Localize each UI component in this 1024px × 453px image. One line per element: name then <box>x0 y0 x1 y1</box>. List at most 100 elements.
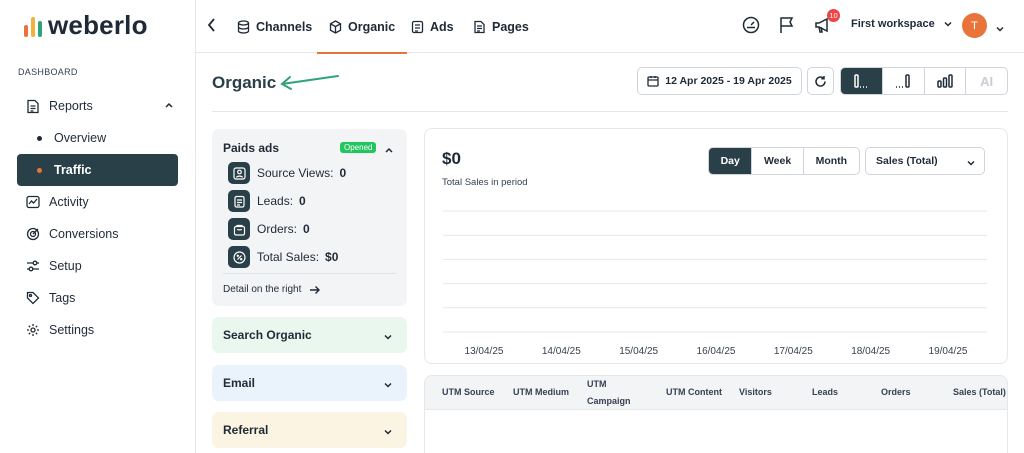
view-mode-bars[interactable] <box>925 68 967 94</box>
sidebar-subitem-overview[interactable]: Overview <box>17 122 178 154</box>
bullet-icon <box>37 167 42 173</box>
sidebar-nav: Reports Overview Traffic Activity Conver… <box>17 90 178 346</box>
sales-chart-card: $0 Total Sales in period Day Week Month … <box>424 128 1008 364</box>
tab-organic[interactable]: Organic <box>316 0 408 54</box>
x-tick-label: 13/04/25 <box>465 346 504 357</box>
arrow-right-icon <box>310 285 321 294</box>
x-tick-label: 19/04/25 <box>929 346 968 357</box>
detail-link[interactable]: Detail on the right <box>223 284 321 295</box>
chevron-down-icon <box>383 379 393 393</box>
view-mode-single-bar[interactable] <box>841 68 883 94</box>
sidebar-item-label: Activity <box>49 195 89 209</box>
page-title: Organic <box>212 73 277 92</box>
refresh-icon <box>815 75 826 87</box>
chevron-up-icon[interactable] <box>164 99 174 113</box>
sidebar-item-reports[interactable]: Reports <box>17 90 178 122</box>
referral-accordion[interactable]: Referral <box>212 412 407 448</box>
megaphone-icon[interactable]: 10 <box>813 9 840 35</box>
arrow-left-icon <box>278 72 342 99</box>
sidebar-item-settings[interactable]: Settings <box>17 314 178 346</box>
tab-pages[interactable]: Pages <box>473 0 529 53</box>
clipboard-icon <box>228 190 250 212</box>
column-header[interactable]: UTM Source <box>442 376 495 410</box>
table-header: UTM Source UTM Medium UTM Campaign UTM C… <box>425 376 1007 410</box>
bullet-icon <box>37 135 42 141</box>
paid-ads-card: Paids ads Opened Source Views: 0 Leads: … <box>212 129 407 306</box>
sidebar-item-tags[interactable]: Tags <box>17 282 178 314</box>
sidebar-item-label: Reports <box>49 99 93 113</box>
detail-link-label: Detail on the right <box>223 284 302 295</box>
chevron-down-icon <box>383 331 393 345</box>
tab-label: Ads <box>430 19 454 34</box>
tag-icon <box>25 290 41 306</box>
tab-channels[interactable]: Channels <box>237 0 312 53</box>
accordion-label: Referral <box>223 423 269 437</box>
status-badge: Opened <box>340 142 377 153</box>
date-range-label: 12 Apr 2025 - 19 Apr 2025 <box>665 75 792 87</box>
sliders-icon <box>25 258 41 274</box>
avatar[interactable]: T <box>962 13 987 38</box>
pages-icon <box>474 20 485 33</box>
column-header[interactable]: Sales (Total) <box>953 376 1006 410</box>
view-mode-trailing-bar[interactable] <box>883 68 925 94</box>
sidebar-item-label: Setup <box>49 259 82 273</box>
x-tick-label: 14/04/25 <box>542 346 581 357</box>
card-divider <box>223 273 396 274</box>
x-tick-label: 15/04/25 <box>619 346 658 357</box>
view-mode-ai[interactable]: AI <box>966 68 1007 94</box>
workspace-selector[interactable]: First workspace <box>851 18 953 30</box>
sidebar-subitem-traffic[interactable]: Traffic <box>17 154 178 186</box>
metric-source-views: Source Views: 0 <box>228 162 346 184</box>
trailing-bar-icon <box>896 74 910 88</box>
x-tick-label: 17/04/25 <box>774 346 813 357</box>
column-header[interactable]: UTM Medium <box>513 376 569 410</box>
cube-icon <box>329 19 342 34</box>
paid-ads-title: Paids ads <box>223 141 280 155</box>
column-header[interactable]: UTM Content <box>666 376 722 410</box>
chevron-down-icon <box>383 426 393 440</box>
refresh-button[interactable] <box>807 67 834 95</box>
bag-icon <box>228 218 250 240</box>
percent-icon <box>228 246 250 268</box>
metric-leads: Leads: 0 <box>228 190 306 212</box>
accordion-label: Search Organic <box>223 328 312 342</box>
tab-label: Channels <box>256 19 313 34</box>
sidebar-item-label: Conversions <box>49 227 119 241</box>
sidebar-item-conversions[interactable]: Conversions <box>17 218 178 250</box>
tab-label: Organic <box>348 19 396 34</box>
sidebar-item-activity[interactable]: Activity <box>17 186 178 218</box>
view-mode-switcher: AI <box>840 67 1008 95</box>
column-header[interactable]: Orders <box>881 376 911 410</box>
x-tick-label: 18/04/25 <box>851 346 890 357</box>
column-header[interactable]: UTM Campaign <box>587 376 637 410</box>
sidebar: weberlo DASHBOARD Reports Overview Traff… <box>0 0 196 453</box>
gear-icon <box>25 322 41 338</box>
utm-table: UTM Source UTM Medium UTM Campaign UTM C… <box>424 375 1008 453</box>
column-header[interactable]: Leads <box>812 376 838 410</box>
date-range-picker[interactable]: 12 Apr 2025 - 19 Apr 2025 <box>637 67 802 95</box>
email-accordion[interactable]: Email <box>212 365 407 401</box>
chevron-down-icon[interactable] <box>995 21 1005 39</box>
bars-icon <box>937 74 953 88</box>
tab-ads[interactable]: Ads <box>411 0 454 53</box>
sidebar-subitem-label: Traffic <box>54 163 92 177</box>
back-chevron-icon[interactable] <box>206 17 218 38</box>
metric-orders: Orders: 0 <box>228 218 310 240</box>
chevron-up-icon[interactable] <box>384 142 394 160</box>
flag-icon[interactable] <box>777 15 797 35</box>
metric-label: Leads: <box>257 194 294 208</box>
document-icon <box>25 98 41 114</box>
sidebar-item-setup[interactable]: Setup <box>17 250 178 282</box>
header-divider <box>212 111 1008 112</box>
metric-label: Source Views: <box>257 166 334 180</box>
metric-value: 0 <box>339 166 347 180</box>
activity-icon <box>25 194 41 210</box>
metric-label: Total Sales: <box>257 250 320 264</box>
metric-value: $0 <box>325 250 339 264</box>
notification-badge: 10 <box>827 9 840 22</box>
search-organic-accordion[interactable]: Search Organic <box>212 317 407 353</box>
brand-logo[interactable]: weberlo <box>24 10 148 41</box>
brand-name: weberlo <box>48 10 148 40</box>
column-header[interactable]: Visitors <box>739 376 772 410</box>
speedometer-icon[interactable] <box>741 15 761 35</box>
